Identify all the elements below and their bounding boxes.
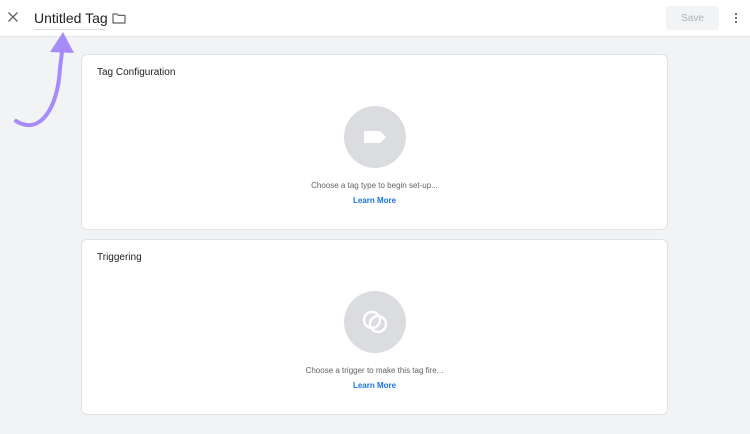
close-icon xyxy=(8,12,18,22)
card-hint: Choose a trigger to make this tag fire..… xyxy=(305,366,444,375)
trigger-placeholder[interactable] xyxy=(344,291,406,353)
more-vert-icon xyxy=(734,12,738,24)
learn-more-link[interactable]: Learn More xyxy=(82,381,667,390)
folder-button[interactable] xyxy=(110,9,128,27)
card-title: Triggering xyxy=(97,252,142,263)
folder-icon xyxy=(112,13,126,24)
more-options-button[interactable] xyxy=(727,9,745,27)
tag-type-placeholder[interactable] xyxy=(344,106,406,168)
top-bar: Untitled Tag Save xyxy=(0,0,750,37)
tag-icon xyxy=(364,131,386,143)
save-button[interactable]: Save xyxy=(666,6,719,30)
card-title: Tag Configuration xyxy=(97,67,176,78)
triggering-card[interactable]: Triggering Choose a trigger to make this… xyxy=(81,239,668,415)
trigger-icon xyxy=(362,310,388,334)
close-button[interactable] xyxy=(4,8,22,26)
tag-configuration-card[interactable]: Tag Configuration Choose a tag type to b… xyxy=(81,54,668,230)
tag-name-title[interactable]: Untitled Tag xyxy=(34,9,108,27)
learn-more-link[interactable]: Learn More xyxy=(82,196,667,205)
curved-arrow-icon xyxy=(14,32,74,128)
card-hint: Choose a tag type to begin set-up... xyxy=(311,181,438,190)
